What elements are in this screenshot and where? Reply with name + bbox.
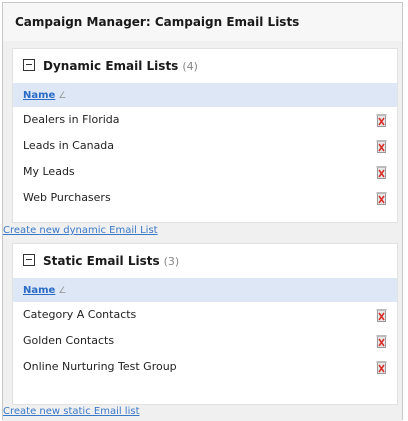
trash-icon[interactable]	[376, 334, 387, 348]
static-column-header: Name ∠	[13, 278, 397, 302]
name-sort-link[interactable]: Name	[23, 90, 55, 101]
sort-arrow-icon: ∠	[58, 91, 67, 101]
static-lists-header[interactable]: Static Email Lists (3)	[13, 244, 397, 278]
dynamic-lists-header[interactable]: Dynamic Email Lists (4)	[13, 49, 397, 83]
trash-icon[interactable]	[376, 139, 387, 153]
collapse-icon[interactable]	[23, 59, 35, 71]
create-dynamic-list-link[interactable]: Create new dynamic Email List	[3, 225, 158, 236]
dynamic-lists-count: (4)	[182, 60, 198, 73]
list-item-name[interactable]: Web Purchasers	[23, 191, 111, 204]
page-title: Campaign Manager: Campaign Email Lists	[3, 3, 402, 42]
list-item[interactable]: Web Purchasers	[13, 185, 397, 211]
dynamic-lists-section: Dynamic Email Lists (4) Name ∠ Dealers in …	[3, 41, 402, 237]
name-sort-link[interactable]: Name	[23, 285, 55, 296]
static-lists-card: Static Email Lists (3) Name ∠ Category A C…	[12, 243, 398, 405]
dynamic-column-header: Name ∠	[13, 83, 397, 107]
trash-icon[interactable]	[376, 360, 387, 374]
static-lists-heading: Static Email Lists	[43, 254, 160, 268]
campaign-email-lists-panel: Campaign Manager: Campaign Email Lists D…	[2, 2, 403, 421]
list-item-name[interactable]: Online Nurturing Test Group	[23, 360, 177, 373]
trash-icon[interactable]	[376, 191, 387, 205]
list-item[interactable]: Category A Contacts	[13, 302, 397, 328]
create-static-list-link[interactable]: Create new static Email list	[3, 406, 140, 417]
trash-icon[interactable]	[376, 165, 387, 179]
list-item[interactable]: Leads in Canada	[13, 133, 397, 159]
list-item-name[interactable]: Leads in Canada	[23, 139, 114, 152]
dynamic-lists-card: Dynamic Email Lists (4) Name ∠ Dealers in …	[12, 48, 398, 223]
trash-icon[interactable]	[376, 113, 387, 127]
list-item[interactable]: Golden Contacts	[13, 328, 397, 354]
list-item[interactable]: My Leads	[13, 159, 397, 185]
list-item-name[interactable]: Golden Contacts	[23, 334, 114, 347]
collapse-icon[interactable]	[23, 254, 35, 266]
list-item[interactable]: Dealers in Florida	[13, 107, 397, 133]
static-lists-section: Static Email Lists (3) Name ∠ Category A C…	[3, 237, 402, 421]
list-item-name[interactable]: Dealers in Florida	[23, 113, 120, 126]
list-item-name[interactable]: Category A Contacts	[23, 308, 136, 321]
sort-arrow-icon: ∠	[58, 286, 67, 296]
trash-icon[interactable]	[376, 308, 387, 322]
static-lists-count: (3)	[163, 255, 180, 268]
list-item[interactable]: Online Nurturing Test Group	[13, 354, 397, 380]
dynamic-lists-heading: Dynamic Email Lists	[43, 59, 179, 73]
list-item-name[interactable]: My Leads	[23, 165, 75, 178]
